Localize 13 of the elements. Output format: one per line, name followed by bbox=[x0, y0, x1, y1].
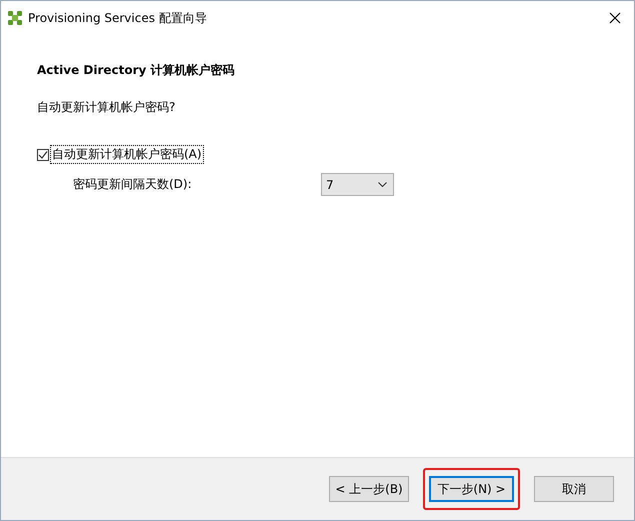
interval-dropdown[interactable]: 7 bbox=[321, 173, 394, 196]
window-title: Provisioning Services 配置向导 bbox=[28, 10, 208, 26]
close-icon bbox=[609, 12, 621, 24]
question-text: 自动更新计算机帐户密码? bbox=[37, 99, 176, 116]
app-logo-icon bbox=[8, 11, 22, 25]
checkbox-label[interactable]: 自动更新计算机帐户密码(A) bbox=[51, 146, 203, 163]
wizard-button[interactable]: 取消 bbox=[534, 476, 614, 502]
interval-label: 密码更新间隔天数(D): bbox=[73, 176, 193, 193]
chevron-down-icon bbox=[378, 182, 387, 187]
wizard-button[interactable]: 下一步(N) > bbox=[429, 476, 514, 502]
wizard-button[interactable]: < 上一步(B) bbox=[329, 476, 409, 502]
auto-update-checkbox[interactable] bbox=[37, 148, 49, 160]
page-heading: Active Directory 计算机帐户密码 bbox=[37, 62, 236, 79]
